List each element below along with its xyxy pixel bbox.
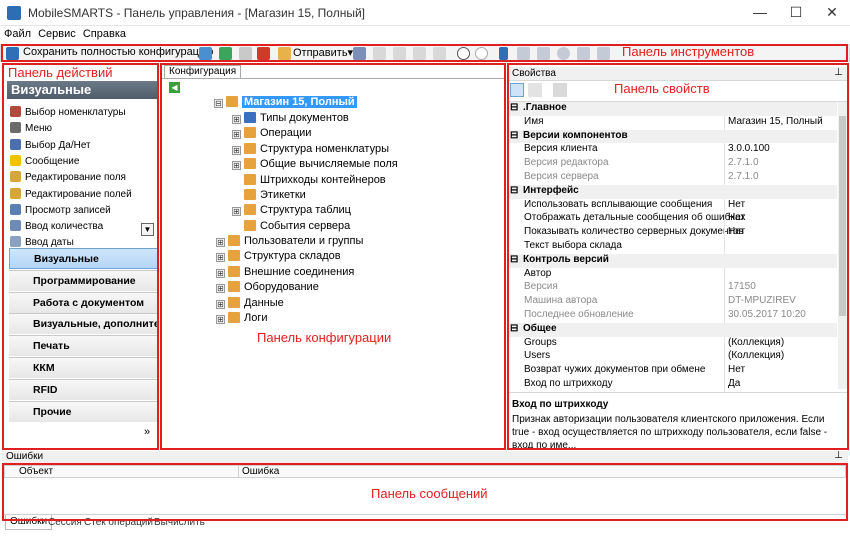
- props-annotation: Панель свойств: [614, 81, 710, 96]
- config-highlight: [160, 63, 506, 450]
- messages-annotation: Панель сообщений: [371, 486, 488, 501]
- config-annotation: Панель конфигурации: [257, 330, 392, 345]
- app-icon: [7, 6, 21, 20]
- props-highlight: [507, 63, 849, 450]
- toolbar-annotation: Панель инструментов: [622, 44, 755, 59]
- window-title: MobileSMARTS - Панель управления - [Мага…: [28, 6, 366, 20]
- menu-bar: Файл Сервис Справка: [0, 26, 850, 44]
- menu-help[interactable]: Справка: [79, 26, 126, 40]
- menu-file[interactable]: Файл: [0, 26, 31, 40]
- maximize-button[interactable]: ☐: [778, 0, 814, 26]
- pin-icon[interactable]: ⊥: [834, 450, 843, 461]
- messages-title: Ошибки: [6, 451, 44, 462]
- menu-service[interactable]: Сервис: [34, 26, 76, 40]
- messages-titlebar: Ошибки ⊥: [2, 450, 848, 463]
- actions-highlight: [2, 63, 159, 450]
- minimize-button[interactable]: —: [742, 0, 778, 26]
- close-button[interactable]: ✕: [814, 0, 850, 26]
- title-bar: MobileSMARTS - Панель управления - [Мага…: [0, 0, 850, 26]
- actions-annotation: Панель действий: [8, 65, 113, 80]
